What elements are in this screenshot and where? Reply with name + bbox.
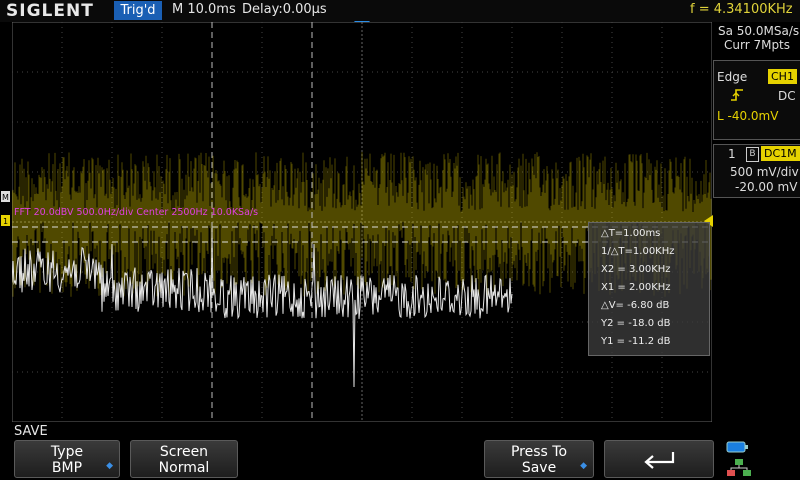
network-icon <box>727 459 751 476</box>
delay-readout[interactable]: Delay:0.00µs <box>242 2 327 17</box>
bandwidth-limit-icon: B <box>746 147 759 162</box>
channel-offset: -20.00 mV <box>735 180 798 194</box>
cursor-delta-v: △V= -6.80 dB <box>601 300 670 311</box>
channel-coupling-badge: DC1M <box>761 146 800 161</box>
svg-text:1: 1 <box>3 217 8 226</box>
type-softkey[interactable]: Type BMP ◆ <box>14 440 120 478</box>
screen-label: Screen <box>159 444 209 460</box>
menu-title: SAVE <box>14 424 48 439</box>
siglent-logo: SIGLENT <box>6 1 94 21</box>
type-value: BMP <box>51 460 83 476</box>
trigger-type: Edge <box>717 70 748 84</box>
chevron-down-icon: ◆ <box>580 461 587 471</box>
press-value: Save <box>521 460 557 476</box>
frequency-counter: f = 4.34100KHz <box>690 2 793 17</box>
screen-value: Normal <box>158 460 210 476</box>
fft-settings-label: FFT 20.0dBV 500.0Hz/div Center 2500Hz 10… <box>14 207 259 218</box>
svg-text:M: M <box>2 193 9 202</box>
cursor-y1: Y1 = -11.2 dB <box>601 336 671 347</box>
cursor-x2: X2 = 3.00KHz <box>601 264 671 275</box>
cursor-delta-t: △T=1.00ms <box>601 228 661 239</box>
screen-softkey[interactable]: Screen Normal <box>130 440 238 478</box>
trigger-level: L -40.0mV <box>717 109 779 123</box>
cursor-x1: X1 = 2.00KHz <box>601 282 671 293</box>
trigger-status-badge: Trig'd <box>114 1 162 20</box>
press-to-save-softkey[interactable]: Press To Save ◆ <box>484 440 594 478</box>
cursor-inv-delta-t: 1/△T=1.00KHz <box>601 246 675 257</box>
channel-scale: 500 mV/div <box>730 165 799 179</box>
sample-rate: Sa 50.0MSa/s <box>718 24 800 38</box>
rising-edge-icon <box>731 89 743 101</box>
timebase-readout[interactable]: M 10.0ms <box>172 2 236 17</box>
chevron-down-icon: ◆ <box>106 461 113 471</box>
channel-number: 1 <box>728 147 736 161</box>
press-label: Press To <box>510 444 568 460</box>
type-label: Type <box>50 444 84 460</box>
channel-level-markers[interactable]: M 1 <box>0 190 12 230</box>
return-arrow-icon <box>644 452 675 469</box>
cursor-readout-panel: △T=1.00ms 1/△T=1.00KHz X2 = 3.00KHz X1 =… <box>588 222 710 356</box>
back-softkey[interactable] <box>604 440 714 478</box>
memory-depth: Curr 7Mpts <box>724 38 791 52</box>
trigger-source-badge: CH1 <box>768 69 797 84</box>
trigger-coupling: DC <box>778 89 796 103</box>
battery-icon <box>726 441 748 453</box>
cursor-y2: Y2 = -18.0 dB <box>601 318 671 329</box>
